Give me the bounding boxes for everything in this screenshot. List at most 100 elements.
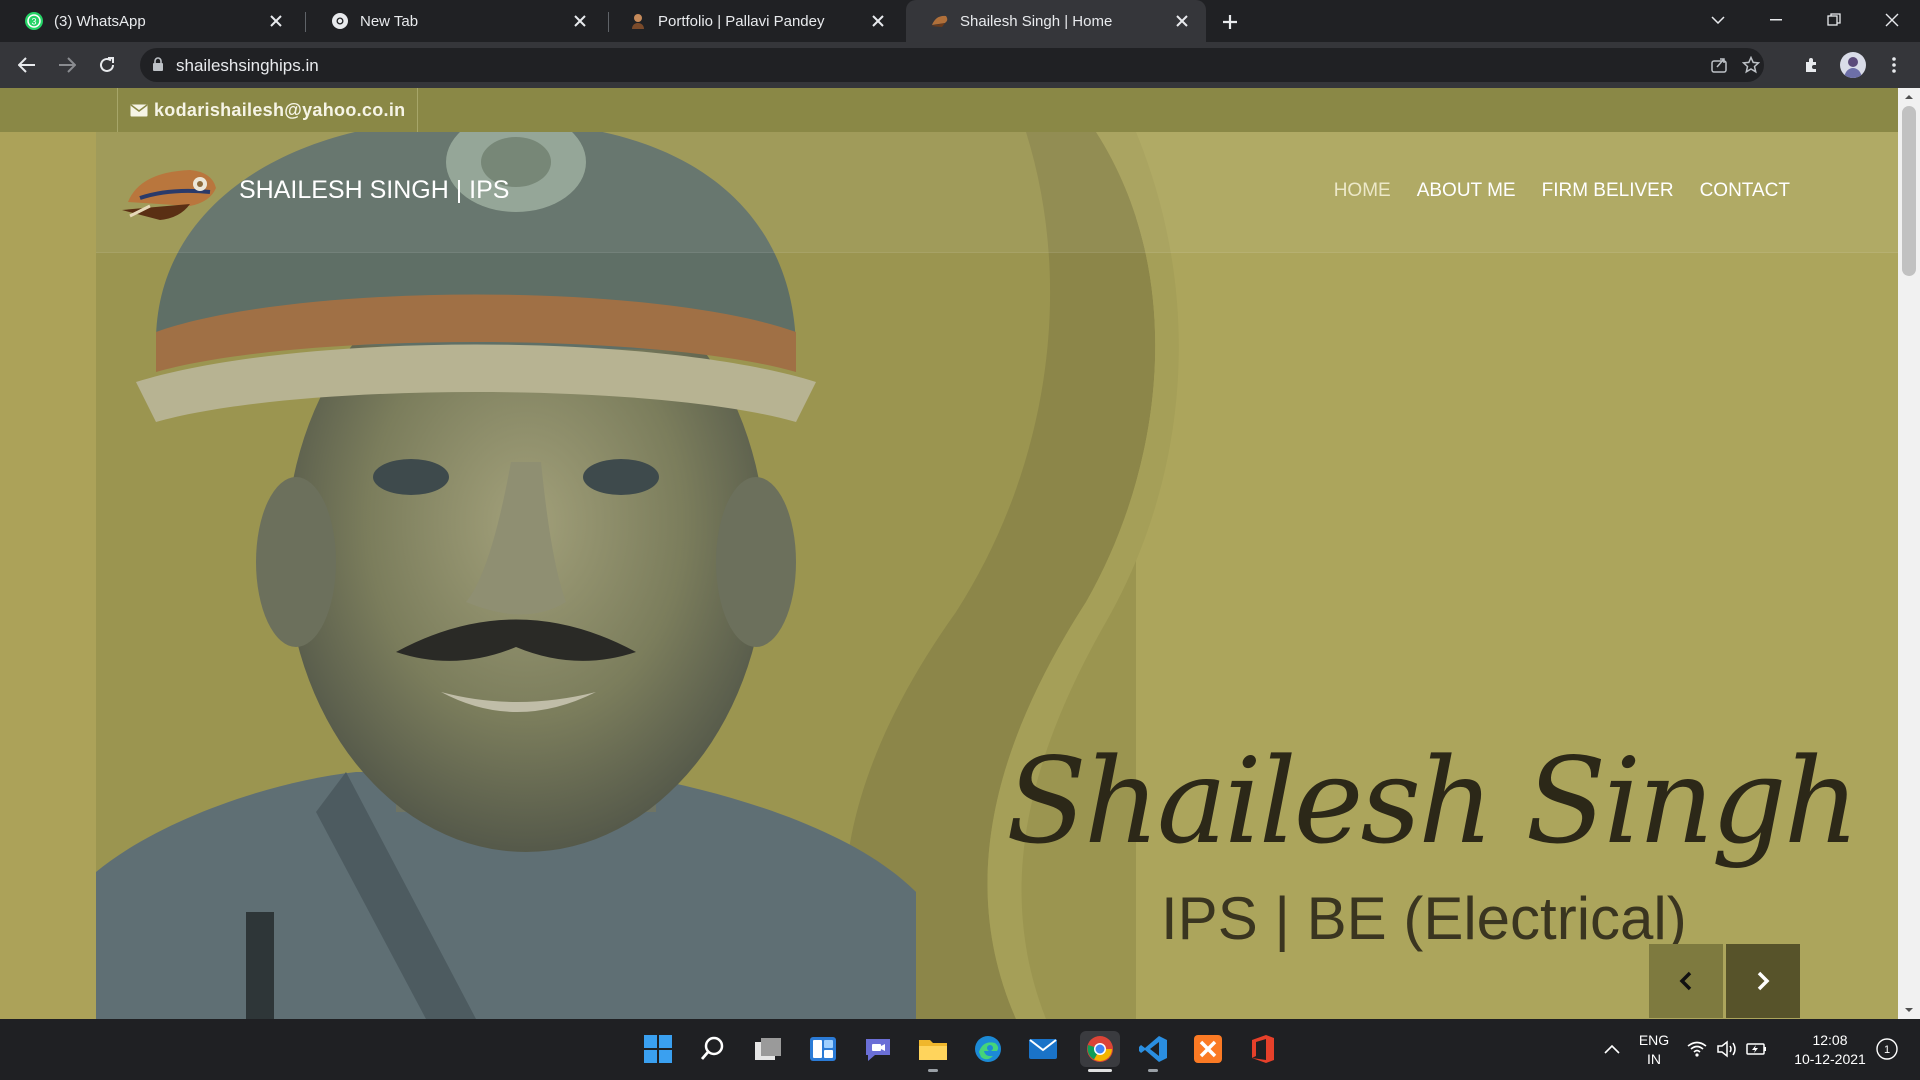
running-indicator <box>1088 1069 1112 1072</box>
minimize-icon <box>1770 19 1782 21</box>
scroll-up-icon[interactable] <box>1898 90 1920 104</box>
input-language-indicator[interactable]: ENG IN <box>1632 1031 1676 1069</box>
reload-button[interactable] <box>91 49 123 81</box>
mail-icon <box>1029 1039 1057 1059</box>
teams-chat-button[interactable] <box>860 1031 896 1067</box>
close-window-button[interactable] <box>1870 4 1914 36</box>
minimize-button[interactable] <box>1754 4 1798 36</box>
widgets-button[interactable] <box>805 1031 841 1067</box>
close-tab-icon[interactable] <box>1170 9 1194 33</box>
windows-logo-icon <box>644 1035 672 1063</box>
vscode-button[interactable] <box>1135 1031 1171 1072</box>
chat-icon <box>866 1039 890 1061</box>
tab-whatsapp[interactable]: 3 (3) WhatsApp <box>0 0 300 42</box>
site-navbar: SHAILESH SINGH | IPS HOME ABOUT ME FIRM … <box>96 132 1898 253</box>
nav-home[interactable]: HOME <box>1334 180 1391 202</box>
web-page: kodarishailesh@yahoo.co.in SHAILESH SING… <box>0 88 1898 1019</box>
battery-button[interactable] <box>1742 1031 1772 1067</box>
office-icon <box>1252 1035 1274 1063</box>
close-tab-icon[interactable] <box>866 9 890 33</box>
nav-firm-beliver[interactable]: FIRM BELIVER <box>1542 180 1674 202</box>
back-button[interactable] <box>11 49 43 81</box>
close-tab-icon[interactable] <box>264 9 288 33</box>
chevron-right-icon <box>1757 971 1770 991</box>
folder-icon <box>919 1040 947 1060</box>
browser-menu-button[interactable] <box>1878 49 1910 81</box>
police-cap-logo[interactable] <box>120 158 220 228</box>
widgets-icon <box>810 1037 836 1061</box>
arrow-right-icon <box>59 57 76 73</box>
tab-title: (3) WhatsApp <box>54 12 146 30</box>
office-button[interactable] <box>1245 1031 1281 1067</box>
site-brand[interactable]: SHAILESH SINGH | IPS <box>239 176 509 205</box>
reload-icon <box>100 57 114 72</box>
profile-avatar[interactable] <box>1840 52 1866 78</box>
restore-button[interactable] <box>1812 4 1856 36</box>
bookmark-star-icon[interactable] <box>1740 54 1762 76</box>
tab-shailesh-singh[interactable]: Shailesh Singh | Home <box>906 0 1206 42</box>
file-explorer-button[interactable] <box>915 1031 951 1072</box>
police-cap-favicon-icon <box>930 11 950 31</box>
email-link[interactable]: kodarishailesh@yahoo.co.in <box>117 88 419 132</box>
region-code: IN <box>1647 1051 1661 1067</box>
nav-about-me[interactable]: ABOUT ME <box>1417 180 1516 202</box>
tab-new-tab[interactable]: New Tab <box>306 0 604 42</box>
running-indicator <box>928 1069 938 1072</box>
scroll-down-icon[interactable] <box>1898 1003 1920 1017</box>
close-icon <box>1885 13 1899 27</box>
hero-slider: SHAILESH SINGH | IPS HOME ABOUT ME FIRM … <box>96 132 1898 1019</box>
volume-button[interactable] <box>1712 1031 1742 1067</box>
nav-contact[interactable]: CONTACT <box>1700 180 1790 202</box>
more-vertical-icon <box>1892 57 1896 73</box>
address-bar[interactable]: shaileshsinghips.in <box>140 48 1764 82</box>
forward-button[interactable] <box>51 49 83 81</box>
chevron-up-icon <box>1604 1044 1620 1054</box>
puzzle-icon <box>1806 58 1816 72</box>
tab-portfolio[interactable]: Portfolio | Pallavi Pandey <box>604 0 902 42</box>
system-clock[interactable]: 12:08 10-12-2021 <box>1782 1031 1878 1069</box>
edge-button[interactable] <box>970 1031 1006 1067</box>
new-tab-button[interactable] <box>1216 8 1244 36</box>
scrollbar-thumb[interactable] <box>1902 106 1916 276</box>
wifi-button[interactable] <box>1682 1031 1712 1067</box>
chevron-down-icon <box>1711 16 1725 24</box>
edge-icon <box>975 1036 1001 1062</box>
notification-badge-icon: 1 <box>1876 1038 1898 1060</box>
task-view-icon <box>755 1038 781 1060</box>
browser-tab-strip: 3 (3) WhatsApp New Tab Portfolio | Palla… <box>0 0 1920 42</box>
nav-menu: HOME ABOUT ME FIRM BELIVER CONTACT <box>1334 180 1790 202</box>
chrome-icon <box>330 11 350 31</box>
running-indicator <box>1148 1069 1158 1072</box>
chrome-icon <box>1087 1036 1113 1062</box>
speaker-icon <box>1717 1040 1736 1058</box>
vscode-icon <box>1139 1036 1167 1062</box>
battery-charging-icon <box>1746 1043 1766 1055</box>
mail-button[interactable] <box>1025 1031 1061 1067</box>
plus-icon <box>1223 15 1237 29</box>
whatsapp-icon: 3 <box>24 11 44 31</box>
share-icon[interactable] <box>1708 54 1730 76</box>
xampp-icon <box>1194 1035 1222 1063</box>
browser-toolbar: shaileshsinghips.in <box>0 42 1920 88</box>
taskbar-search-button[interactable] <box>695 1031 731 1067</box>
notification-center-button[interactable]: 1 <box>1872 1031 1902 1067</box>
start-button[interactable] <box>640 1031 676 1067</box>
slider-prev-button[interactable] <box>1649 944 1723 1018</box>
close-tab-icon[interactable] <box>568 9 592 33</box>
tab-title: Portfolio | Pallavi Pandey <box>658 12 825 30</box>
chrome-taskbar-button[interactable] <box>1080 1031 1120 1072</box>
notification-count: 1 <box>1884 1044 1890 1056</box>
show-hidden-icons-button[interactable] <box>1592 1031 1632 1067</box>
tab-search-button[interactable] <box>1696 4 1740 36</box>
xampp-button[interactable] <box>1190 1031 1226 1067</box>
whatsapp-badge: 3 <box>31 17 36 27</box>
page-scrollbar[interactable] <box>1898 88 1920 1019</box>
clock-time: 12:08 <box>1812 1032 1848 1048</box>
language-code: ENG <box>1638 1032 1670 1048</box>
task-view-button[interactable] <box>750 1031 786 1067</box>
slider-next-button[interactable] <box>1726 944 1800 1018</box>
portfolio-favicon-icon <box>628 11 648 31</box>
envelope-icon <box>130 103 148 117</box>
extensions-button[interactable] <box>1796 49 1828 81</box>
chevron-left-icon <box>1679 971 1692 991</box>
